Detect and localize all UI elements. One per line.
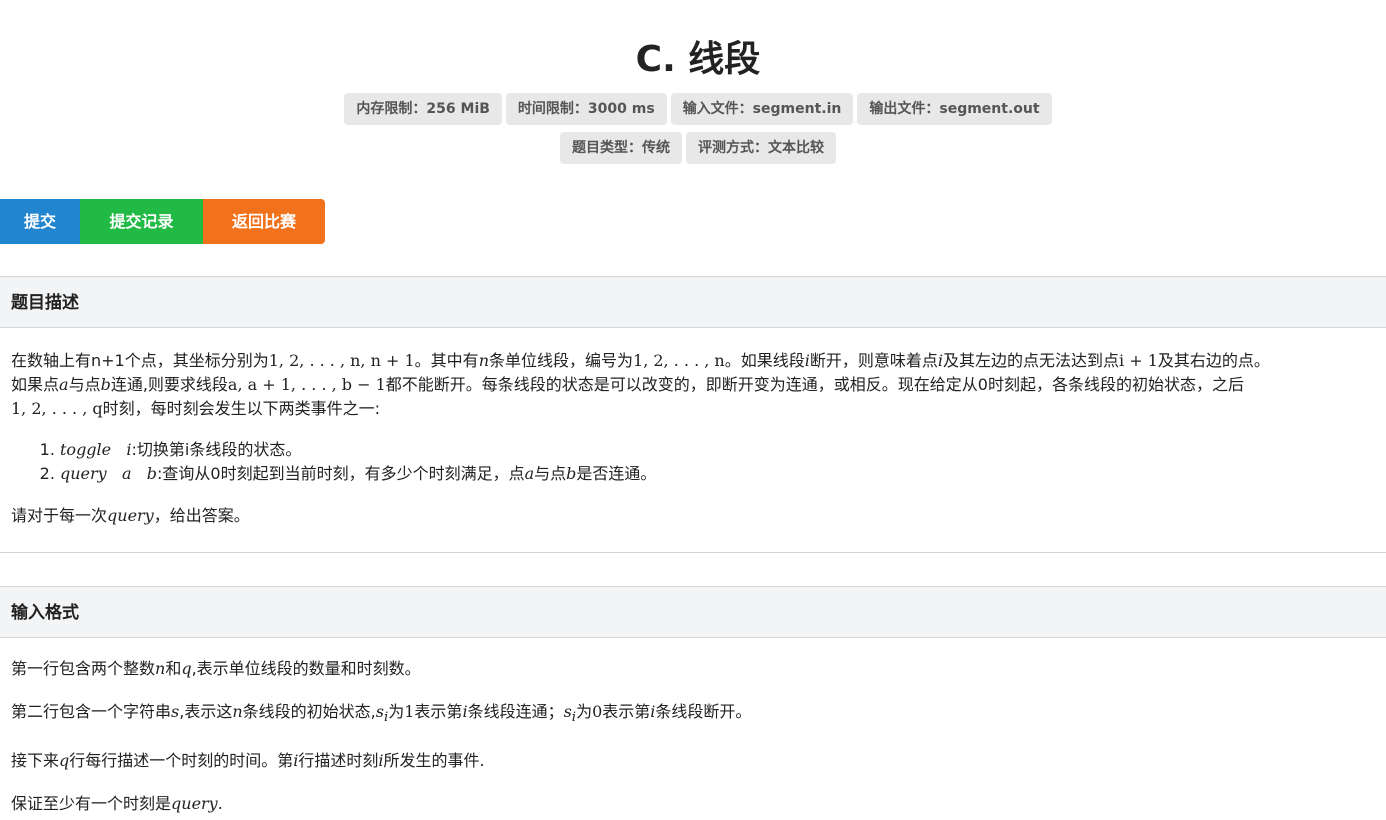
math: query a b bbox=[60, 464, 157, 483]
problem-type-label: 题目类型：传统 bbox=[560, 132, 682, 164]
limits-row: 内存限制：256 MiB 时间限制：3000 ms 输入文件：segment.i… bbox=[0, 93, 1386, 125]
type-row: 题目类型：传统 评测方式：文本比较 bbox=[0, 132, 1386, 164]
text: . bbox=[217, 794, 223, 814]
math: b bbox=[100, 375, 111, 394]
text: ，给出答案。 bbox=[153, 506, 250, 525]
math: a bbox=[59, 375, 69, 394]
text: 断开，则意味着点 bbox=[809, 351, 938, 370]
text: 为 bbox=[576, 702, 593, 721]
input-paragraph: 保证至少有一个时刻是query. bbox=[11, 792, 1375, 816]
description-body: 在数轴上有n+1个点，其坐标分别为1, 2, . . . , n, n + 1。… bbox=[0, 349, 1386, 528]
math: query bbox=[107, 506, 154, 525]
output-file-label: 输出文件：segment.out bbox=[857, 93, 1052, 125]
description-paragraph: 请对于每一次query，给出答案。 bbox=[11, 504, 1375, 528]
math: q bbox=[181, 659, 192, 678]
text: 连通,则要求线段 bbox=[110, 375, 228, 394]
input-paragraph: 第一行包含两个整数n和q,表示单位线段的数量和时刻数。 bbox=[11, 657, 1375, 681]
text: 与点 bbox=[68, 375, 101, 394]
text: :查询从0时刻起到当前时刻，有多少个时刻满足，点 bbox=[157, 464, 525, 483]
input-paragraph: 接下来q行每行描述一个时刻的时间。第i行描述时刻i所发生的事件. bbox=[11, 749, 1375, 773]
math: q bbox=[59, 751, 70, 771]
input-format-body: 第一行包含两个整数n和q,表示单位线段的数量和时刻数。 第二行包含一个字符串s,… bbox=[0, 657, 1386, 816]
page-title: C. 线段 bbox=[635, 39, 761, 80]
description-header: 题目描述 bbox=[0, 276, 1386, 328]
text: ,表示这 bbox=[179, 702, 233, 721]
text: 及其左边的点无法达到点 bbox=[943, 351, 1120, 370]
text: 请对于每一次 bbox=[11, 506, 108, 525]
text: 表示第 bbox=[602, 702, 651, 721]
text: 保证至少有一个时刻是 bbox=[11, 794, 172, 814]
input-format-header: 输入格式 bbox=[0, 586, 1386, 638]
back-to-contest-button[interactable]: 返回比赛 bbox=[203, 199, 325, 244]
text: 在数轴上有n+1个点，其坐标分别为 bbox=[11, 351, 269, 370]
math: s bbox=[375, 702, 384, 721]
text: 行描述时刻 bbox=[298, 751, 379, 771]
math: 1 bbox=[404, 702, 415, 721]
math: 0 bbox=[592, 702, 603, 721]
text: 。如果线段 bbox=[724, 351, 805, 370]
text: 如果点 bbox=[11, 375, 60, 394]
judge-method-label: 评测方式：文本比较 bbox=[686, 132, 836, 164]
text: 及其右边的点。 bbox=[1157, 351, 1270, 370]
submit-button[interactable]: 提交 bbox=[0, 199, 80, 244]
math: a bbox=[524, 464, 535, 483]
text: 条单位线段，编号为 bbox=[489, 351, 634, 370]
description-paragraph: 在数轴上有n+1个点，其坐标分别为1, 2, . . . , n, n + 1。… bbox=[11, 349, 1375, 373]
math: s bbox=[171, 702, 180, 721]
text: 条线段的初始状态, bbox=[242, 702, 376, 721]
math: s bbox=[563, 702, 572, 721]
text: 条线段连通； bbox=[467, 702, 564, 721]
text: 是否连通。 bbox=[576, 464, 657, 483]
math: 1, 2, . . . , q bbox=[11, 399, 103, 418]
text: 条线段断开。 bbox=[655, 702, 752, 721]
list-item: toggle i:切换第i条线段的状态。 bbox=[60, 438, 1375, 462]
text: 第一行包含两个整数 bbox=[11, 659, 156, 678]
text: 表示第 bbox=[414, 702, 463, 721]
time-limit-label: 时间限制：3000 ms bbox=[505, 93, 667, 125]
text: 行每行描述一个时刻的时间。第 bbox=[69, 751, 294, 771]
event-list: toggle i:切换第i条线段的状态。 query a b:查询从0时刻起到当… bbox=[11, 438, 1375, 486]
text: 为 bbox=[388, 702, 405, 721]
math: n bbox=[232, 702, 243, 721]
action-button-group: 提交 提交记录 返回比赛 bbox=[0, 199, 325, 244]
math: n bbox=[478, 351, 489, 370]
text: ,表示单位线段的数量和时刻数。 bbox=[191, 659, 421, 678]
text: 所发生的事件. bbox=[383, 751, 485, 771]
description-paragraph: 1, 2, . . . , q时刻，每时刻会发生以下两类事件之一: bbox=[11, 397, 1375, 421]
math: query bbox=[171, 794, 218, 814]
text: 与点 bbox=[534, 464, 567, 483]
text: 和 bbox=[165, 659, 182, 678]
input-file-label: 输入文件：segment.in bbox=[670, 93, 854, 125]
math: a, a + 1, . . . , b − 1 bbox=[227, 375, 386, 394]
section-divider bbox=[0, 552, 1386, 553]
list-item: query a b:查询从0时刻起到当前时刻，有多少个时刻满足，点a与点b是否连… bbox=[60, 462, 1375, 486]
text: :切换第i条线段的状态。 bbox=[131, 440, 302, 459]
text: 第二行包含一个字符串 bbox=[11, 702, 172, 721]
math: n bbox=[155, 659, 166, 678]
math: 1, 2, . . . , n bbox=[633, 351, 725, 370]
text: 都不能断开。每条线段的状态是可以改变的，即断开变为连通，或相反。现在给定从0时刻… bbox=[385, 375, 1244, 394]
text: 接下来 bbox=[11, 751, 60, 771]
math: 1, 2, . . . , n, n + 1 bbox=[268, 351, 415, 370]
math: b bbox=[566, 464, 577, 483]
math: i + 1 bbox=[1119, 351, 1158, 370]
text: 。其中有 bbox=[414, 351, 479, 370]
input-paragraph: 第二行包含一个字符串s,表示这n条线段的初始状态,si为1表示第i条线段连通；s… bbox=[11, 700, 1375, 730]
submission-records-button[interactable]: 提交记录 bbox=[80, 199, 203, 244]
memory-limit-label: 内存限制：256 MiB bbox=[344, 93, 502, 125]
math: toggle i bbox=[60, 440, 132, 459]
description-paragraph: 如果点a与点b连通,则要求线段a, a + 1, . . . , b − 1都不… bbox=[11, 373, 1375, 397]
text: 时刻，每时刻会发生以下两类事件之一: bbox=[102, 399, 381, 418]
